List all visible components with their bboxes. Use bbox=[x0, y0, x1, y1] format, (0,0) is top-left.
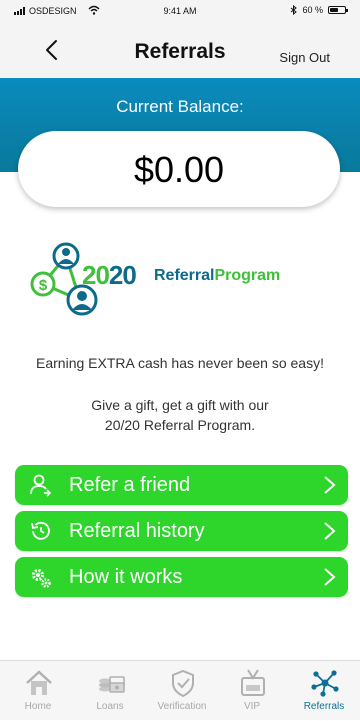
referral-history-button[interactable]: Referral history bbox=[15, 511, 348, 551]
tab-home-label: Home bbox=[24, 701, 52, 712]
tab-loans-label: Loans bbox=[96, 701, 124, 712]
logo-title: 2020 bbox=[82, 260, 137, 290]
money-icon bbox=[99, 676, 125, 693]
balance-card: $0.00 bbox=[18, 131, 340, 207]
chevron-right-icon bbox=[324, 568, 336, 586]
tab-referrals-label: Referrals bbox=[303, 701, 345, 712]
tab-verification[interactable]: Verification bbox=[146, 661, 218, 721]
shield-check-icon bbox=[172, 669, 194, 697]
battery-percent: 60 % bbox=[302, 5, 323, 15]
sign-out-button[interactable]: Sign Out bbox=[279, 50, 330, 65]
battery-icon bbox=[328, 6, 348, 14]
how-it-works-label: How it works bbox=[69, 566, 183, 588]
promo-headline: Earning EXTRA cash has never been so eas… bbox=[36, 355, 324, 371]
tab-loans[interactable]: Loans bbox=[74, 661, 146, 721]
promo-text: Give a gift, get a gift with our 20/20 R… bbox=[91, 397, 269, 433]
history-icon bbox=[31, 521, 50, 540]
referral-program-logo: $ 2020 ReferralProgram bbox=[28, 240, 338, 320]
balance-amount: $0.00 bbox=[133, 149, 225, 190]
add-user-icon bbox=[30, 474, 52, 497]
referral-history-label: Referral history bbox=[69, 520, 205, 542]
tab-home[interactable]: Home bbox=[2, 661, 74, 721]
chevron-right-icon bbox=[324, 522, 336, 540]
home-icon bbox=[26, 670, 52, 695]
tab-vip-label: VIP bbox=[243, 701, 261, 712]
nav-header: Referrals Sign Out bbox=[0, 22, 360, 78]
tab-verification-label: Verification bbox=[157, 701, 207, 712]
refer-a-friend-label: Refer a friend bbox=[69, 474, 191, 496]
logo-subtitle: ReferralProgram bbox=[154, 267, 281, 284]
tab-referrals[interactable]: Referrals bbox=[288, 661, 360, 721]
how-it-works-button[interactable]: How it works bbox=[15, 557, 348, 597]
balance-label: Current Balance: bbox=[116, 97, 244, 116]
svg-text:$: $ bbox=[39, 277, 48, 294]
chevron-right-icon bbox=[324, 476, 336, 494]
vip-badge-icon bbox=[241, 669, 265, 696]
network-icon bbox=[311, 670, 339, 697]
status-bar: OSDESIGN 9:41 AM 60 % bbox=[0, 0, 360, 22]
tab-vip[interactable]: VIP bbox=[216, 661, 288, 721]
gears-icon bbox=[32, 569, 51, 588]
bluetooth-icon bbox=[291, 5, 298, 15]
refer-a-friend-button[interactable]: Refer a friend bbox=[15, 465, 348, 505]
tab-bar: Home Loans Verification VIP Referrals bbox=[0, 660, 360, 720]
